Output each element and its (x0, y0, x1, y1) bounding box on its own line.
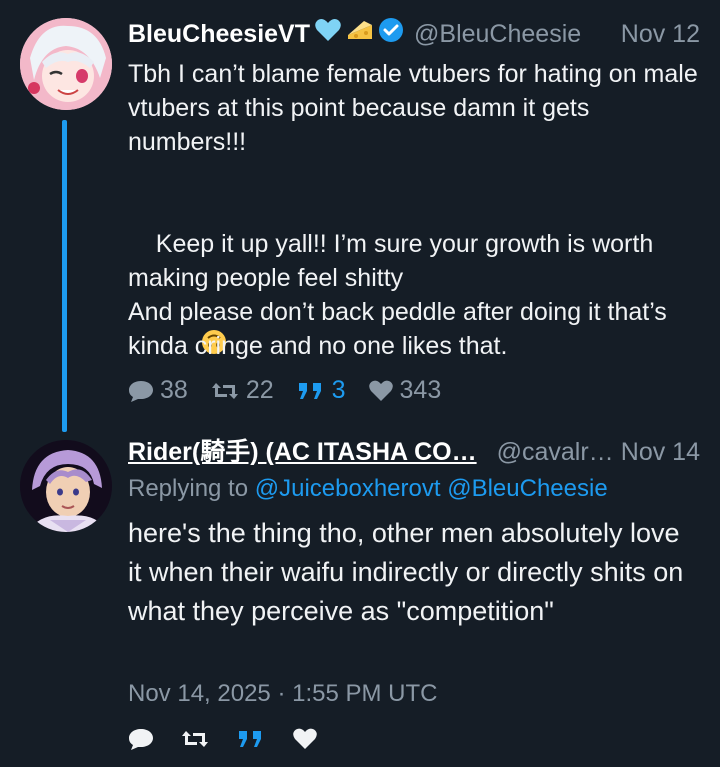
quote-button[interactable] (236, 727, 266, 751)
replying-to-label: Replying to (128, 475, 249, 502)
replying-to-line: Replying to @Juiceboxherovt @BleuCheesie (128, 474, 608, 504)
mention-bleucheesie[interactable]: @BleuCheesie (447, 475, 607, 502)
reply-icon (129, 380, 153, 402)
tweet-text-paragraph-3: And please don’t back peddle after doing… (128, 298, 674, 360)
like-count[interactable]: 343 (368, 376, 442, 405)
avatar-image (20, 440, 112, 532)
heart-icon (368, 380, 393, 401)
tweet-header: BleuCheesieVT @BleuCheesie Nov 12 (128, 17, 700, 50)
handle[interactable]: @cavalr… (497, 437, 614, 467)
tweet-timestamp[interactable]: Nov 14, 2025 · 1:55 PM UTC (128, 680, 437, 708)
reply-count[interactable]: 38 (128, 376, 188, 405)
cheese-icon (346, 17, 374, 50)
tweet-text: here's the thing tho, other men absolute… (128, 518, 691, 626)
like-button[interactable] (292, 727, 318, 751)
tweet-reply: Rider(騎手) (AC ITASHA CO… @cavalr… Nov 14… (0, 430, 720, 767)
display-name[interactable]: Rider(騎手) (AC ITASHA CO… (128, 437, 477, 467)
retweet-icon (211, 382, 238, 399)
quote-icon (239, 731, 261, 747)
retweet-count-value: 22 (245, 376, 274, 404)
thread-connector-line (62, 120, 67, 432)
heart-icon (293, 728, 317, 749)
reply-button[interactable] (128, 727, 154, 751)
reply-icon (129, 729, 153, 750)
verified-badge-icon (378, 17, 404, 50)
quote-icon (298, 382, 321, 399)
tweet-date[interactable]: Nov 14 (621, 437, 700, 467)
handle[interactable]: @BleuCheesie (414, 19, 581, 49)
light-blue-heart-icon (314, 17, 342, 50)
tweet-original: BleuCheesieVT @BleuCheesie Nov 12 Tbh I … (0, 0, 720, 432)
tweet-text-paragraph-1: Tbh I can’t blame female vtubers for hat… (128, 60, 705, 156)
avatar-image (20, 18, 112, 110)
tweet-header: Rider(騎手) (AC ITASHA CO… @cavalr… Nov 14 (128, 437, 700, 467)
avatar-rider[interactable] (20, 440, 112, 532)
avatar-bleucheesie[interactable] (20, 18, 112, 110)
tweet-date[interactable]: Nov 12 (621, 19, 700, 49)
retweet-button[interactable] (180, 727, 210, 751)
display-name[interactable]: BleuCheesieVT (128, 19, 310, 49)
retweet-count[interactable]: 22 (210, 376, 274, 405)
retweet-icon (182, 731, 208, 747)
tweet-actions (128, 727, 344, 751)
tweet-text-paragraph-2-text: Keep it up yall!! I’m sure your growth i… (128, 230, 661, 292)
reply-count-value: 38 (160, 376, 188, 404)
tweet-stats: 38 22 3 343 (128, 376, 463, 405)
like-count-value: 343 (399, 376, 442, 404)
quote-count[interactable]: 3 (296, 376, 346, 405)
mention-juiceboxherovt[interactable]: @Juiceboxherovt (255, 475, 441, 502)
quote-count-value: 3 (331, 376, 346, 404)
